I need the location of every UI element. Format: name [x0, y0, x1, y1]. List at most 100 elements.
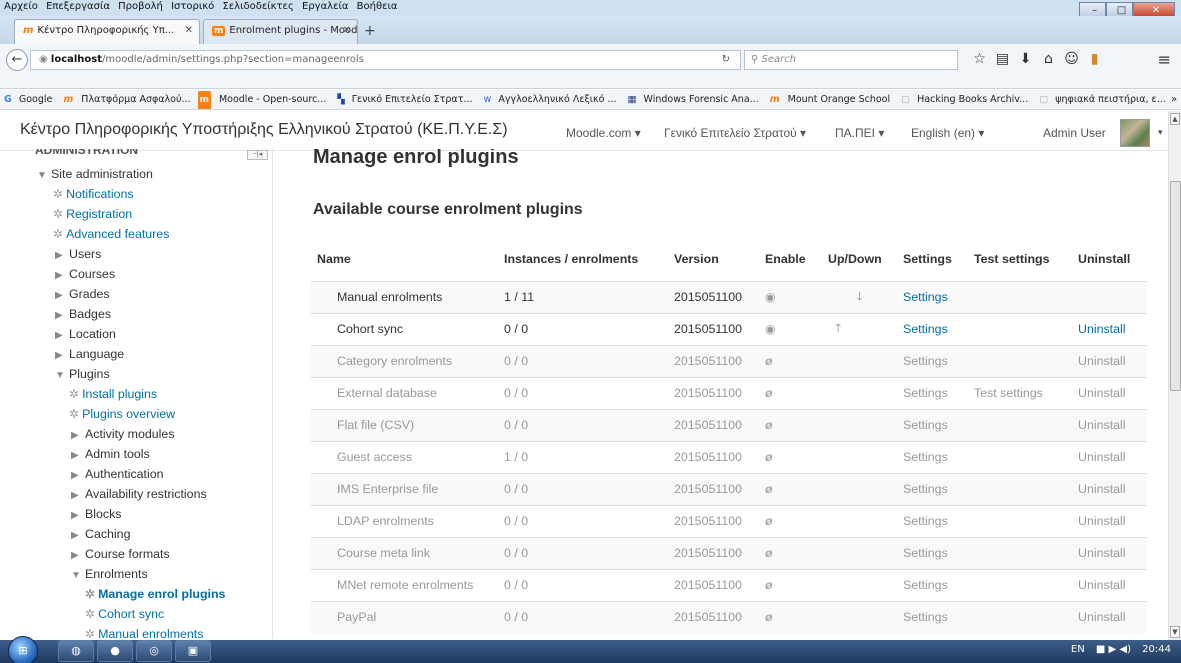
sidebar-item-enrolments[interactable]: ▼ Enrolments [71, 567, 148, 581]
tab-close-icon[interactable]: ✕ [343, 25, 351, 36]
uninstall-link[interactable]: Uninstall [1072, 440, 1147, 473]
sidebar-item-notifications[interactable]: ✲ Notifications [53, 187, 134, 201]
search-input[interactable]: ⚲ Search [744, 50, 958, 70]
uninstall-link[interactable]: Uninstall [1072, 568, 1147, 601]
bookmark-hacking-books[interactable]: ▢ Hacking Books Archiv... [893, 90, 1028, 109]
uninstall-link[interactable]: Uninstall [1072, 504, 1147, 537]
sidebar-item-site-administration[interactable]: ▼ Site administration [37, 167, 153, 181]
move-up-arrow-icon[interactable]: 🡑 [835, 321, 841, 335]
sidebar-item-activity-modules[interactable]: ▶ Activity modules [71, 427, 175, 441]
user-menu-caret-icon[interactable]: ▾ [1158, 127, 1163, 138]
sidebar-item-admin-tools[interactable]: ▶ Admin tools [71, 447, 150, 461]
home-icon[interactable]: ⌂ [1037, 51, 1060, 67]
menu-history[interactable]: Ιστορικό [167, 0, 214, 12]
new-tab-button[interactable]: + [364, 23, 376, 39]
reading-list-icon[interactable]: ▤ [991, 51, 1014, 67]
bookmark-ges[interactable]: ▚ Γενικό Επιτελείο Στρατ... [329, 90, 472, 109]
eye-slash-icon[interactable]: ø [765, 578, 773, 592]
menu-view[interactable]: Προβολή [114, 0, 163, 12]
tab-enrolment-plugins[interactable]: m Enrolment plugins - Moodl... ✕ [203, 19, 358, 44]
sidebar-item-cohort-sync[interactable]: ✲ Cohort sync [85, 607, 164, 621]
menu-tools[interactable]: Εργαλεία [298, 0, 348, 12]
tray-apps-icon[interactable]: ■ ▶ ◀) [1096, 644, 1131, 655]
settings-link[interactable]: Settings [897, 280, 968, 313]
block-collapse-icon[interactable]: −|◂ [247, 150, 268, 160]
clock[interactable]: 20:44 [1142, 644, 1171, 655]
sidebar-item-plugins[interactable]: ▼ Plugins [55, 367, 110, 381]
settings-link[interactable]: Settings [897, 344, 968, 377]
sidebar-item-manual-enrolments[interactable]: ✲ Manual enrolments [85, 627, 203, 639]
page-scrollbar[interactable]: ▲ ▼ [1168, 111, 1181, 640]
sidebar-item-caching[interactable]: ▶ Caching [71, 527, 130, 541]
bookmark-mount-orange[interactable]: m Mount Orange School [762, 90, 890, 109]
eye-slash-icon[interactable]: ø [765, 514, 773, 528]
menu-edit[interactable]: Επεξεργασία [42, 0, 110, 12]
back-arrow-icon[interactable]: ← [6, 49, 28, 71]
sidebar-item-location[interactable]: ▶ Location [55, 327, 116, 341]
menu-file[interactable]: Αρχείο [0, 0, 38, 12]
url-bar[interactable]: ◉ localhost/moodle/admin/settings.php?se… [30, 50, 741, 70]
menu-papei[interactable]: ΠΑ.ΠΕΙ ▾ [835, 126, 884, 140]
sidebar-item-authentication[interactable]: ▶ Authentication [71, 467, 164, 481]
windows-start-icon[interactable]: ⊞ [8, 636, 38, 663]
chat-icon[interactable]: ☺ [1060, 51, 1083, 67]
sidebar-item-course-formats[interactable]: ▶ Course formats [71, 547, 170, 561]
sidebar-item-availability-restrictions[interactable]: ▶ Availability restrictions [71, 487, 207, 501]
hamburger-menu-icon[interactable]: ≡ [1158, 50, 1171, 69]
settings-link[interactable]: Settings [897, 600, 968, 633]
language-menu[interactable]: English (en) ▾ [911, 126, 984, 140]
menu-bookmarks[interactable]: Σελιδοδείκτες [218, 0, 293, 12]
sidebar-item-language[interactable]: ▶ Language [55, 347, 124, 361]
settings-link[interactable]: Settings [897, 472, 968, 505]
sidebar-item-users[interactable]: ▶ Users [55, 247, 101, 261]
eye-slash-icon[interactable]: ø [765, 386, 773, 400]
eye-slash-icon[interactable]: ø [765, 610, 773, 624]
window-taskbar-icon[interactable]: ▣ [175, 640, 211, 662]
site-name[interactable]: Κέντρο Πληροφορικής Υποστήριξης Ελληνικο… [20, 121, 508, 139]
move-down-arrow-icon[interactable]: 🡓 [856, 289, 862, 303]
bookmark-star-icon[interactable]: ☆ [968, 51, 991, 67]
uninstall-link[interactable]: Uninstall [1072, 472, 1147, 505]
app-taskbar-icon[interactable]: ◎ [136, 640, 172, 662]
bookmark-digital-evidence[interactable]: ▢ ψηφιακά πειστήρια, ε... [1031, 90, 1166, 109]
chrome-taskbar-icon[interactable]: ◍ [58, 640, 94, 662]
settings-link[interactable]: Settings [897, 536, 968, 569]
user-name[interactable]: Admin User [1043, 126, 1106, 140]
settings-link[interactable]: Settings [897, 408, 968, 441]
uninstall-link[interactable]: Uninstall [1072, 536, 1147, 569]
sidebar-item-registration[interactable]: ✲ Registration [53, 207, 132, 221]
uninstall-link[interactable]: Uninstall [1072, 376, 1147, 409]
uninstall-link[interactable]: Uninstall [1072, 312, 1147, 345]
tab-kepyes[interactable]: m Κέντρο Πληροφορικής Υπ... ✕ [14, 19, 200, 44]
test-settings-link[interactable]: Test settings [968, 376, 1072, 409]
bookmark-moodle[interactable]: m Moodle - Open-sourc... [194, 90, 326, 109]
firefox-taskbar-icon[interactable]: ● [97, 640, 133, 662]
bookmark-forensic[interactable]: ▦ Windows Forensic Ana... [620, 90, 759, 109]
tab-close-icon[interactable]: ✕ [185, 25, 193, 36]
sidebar-item-blocks[interactable]: ▶ Blocks [71, 507, 122, 521]
uninstall-link[interactable]: Uninstall [1072, 344, 1147, 377]
settings-link[interactable]: Settings [897, 376, 968, 409]
eye-icon[interactable]: ◉ [765, 290, 775, 304]
bookmarks-overflow-icon[interactable]: » [1167, 90, 1177, 109]
sidebar-item-advanced-features[interactable]: ✲ Advanced features [53, 227, 169, 241]
menu-ges[interactable]: Γενικό Επιτελείο Στρατού ▾ [664, 126, 806, 140]
bookmark-dictionary[interactable]: w Αγγλοελληνικό Λεξικό ... [476, 90, 617, 109]
menu-help[interactable]: Βοήθεια [353, 0, 398, 12]
settings-link[interactable]: Settings [897, 568, 968, 601]
settings-link[interactable]: Settings [897, 312, 968, 345]
scroll-up-arrow-icon[interactable]: ▲ [1170, 113, 1180, 125]
eye-icon[interactable]: ◉ [765, 322, 775, 336]
eye-slash-icon[interactable]: ø [765, 450, 773, 464]
menu-moodle-com[interactable]: Moodle.com ▾ [566, 126, 641, 140]
reload-icon[interactable]: ↻ [722, 51, 730, 69]
scroll-down-arrow-icon[interactable]: ▼ [1170, 626, 1180, 638]
eye-slash-icon[interactable]: ø [765, 482, 773, 496]
uninstall-link[interactable]: Uninstall [1072, 408, 1147, 441]
settings-link[interactable]: Settings [897, 440, 968, 473]
settings-link[interactable]: Settings [897, 504, 968, 537]
scrollbar-thumb[interactable] [1170, 181, 1181, 391]
sidebar-item-manage-enrol-plugins[interactable]: ✲ Manage enrol plugins [85, 587, 225, 601]
eye-slash-icon[interactable]: ø [765, 354, 773, 368]
sidebar-item-grades[interactable]: ▶ Grades [55, 287, 110, 301]
